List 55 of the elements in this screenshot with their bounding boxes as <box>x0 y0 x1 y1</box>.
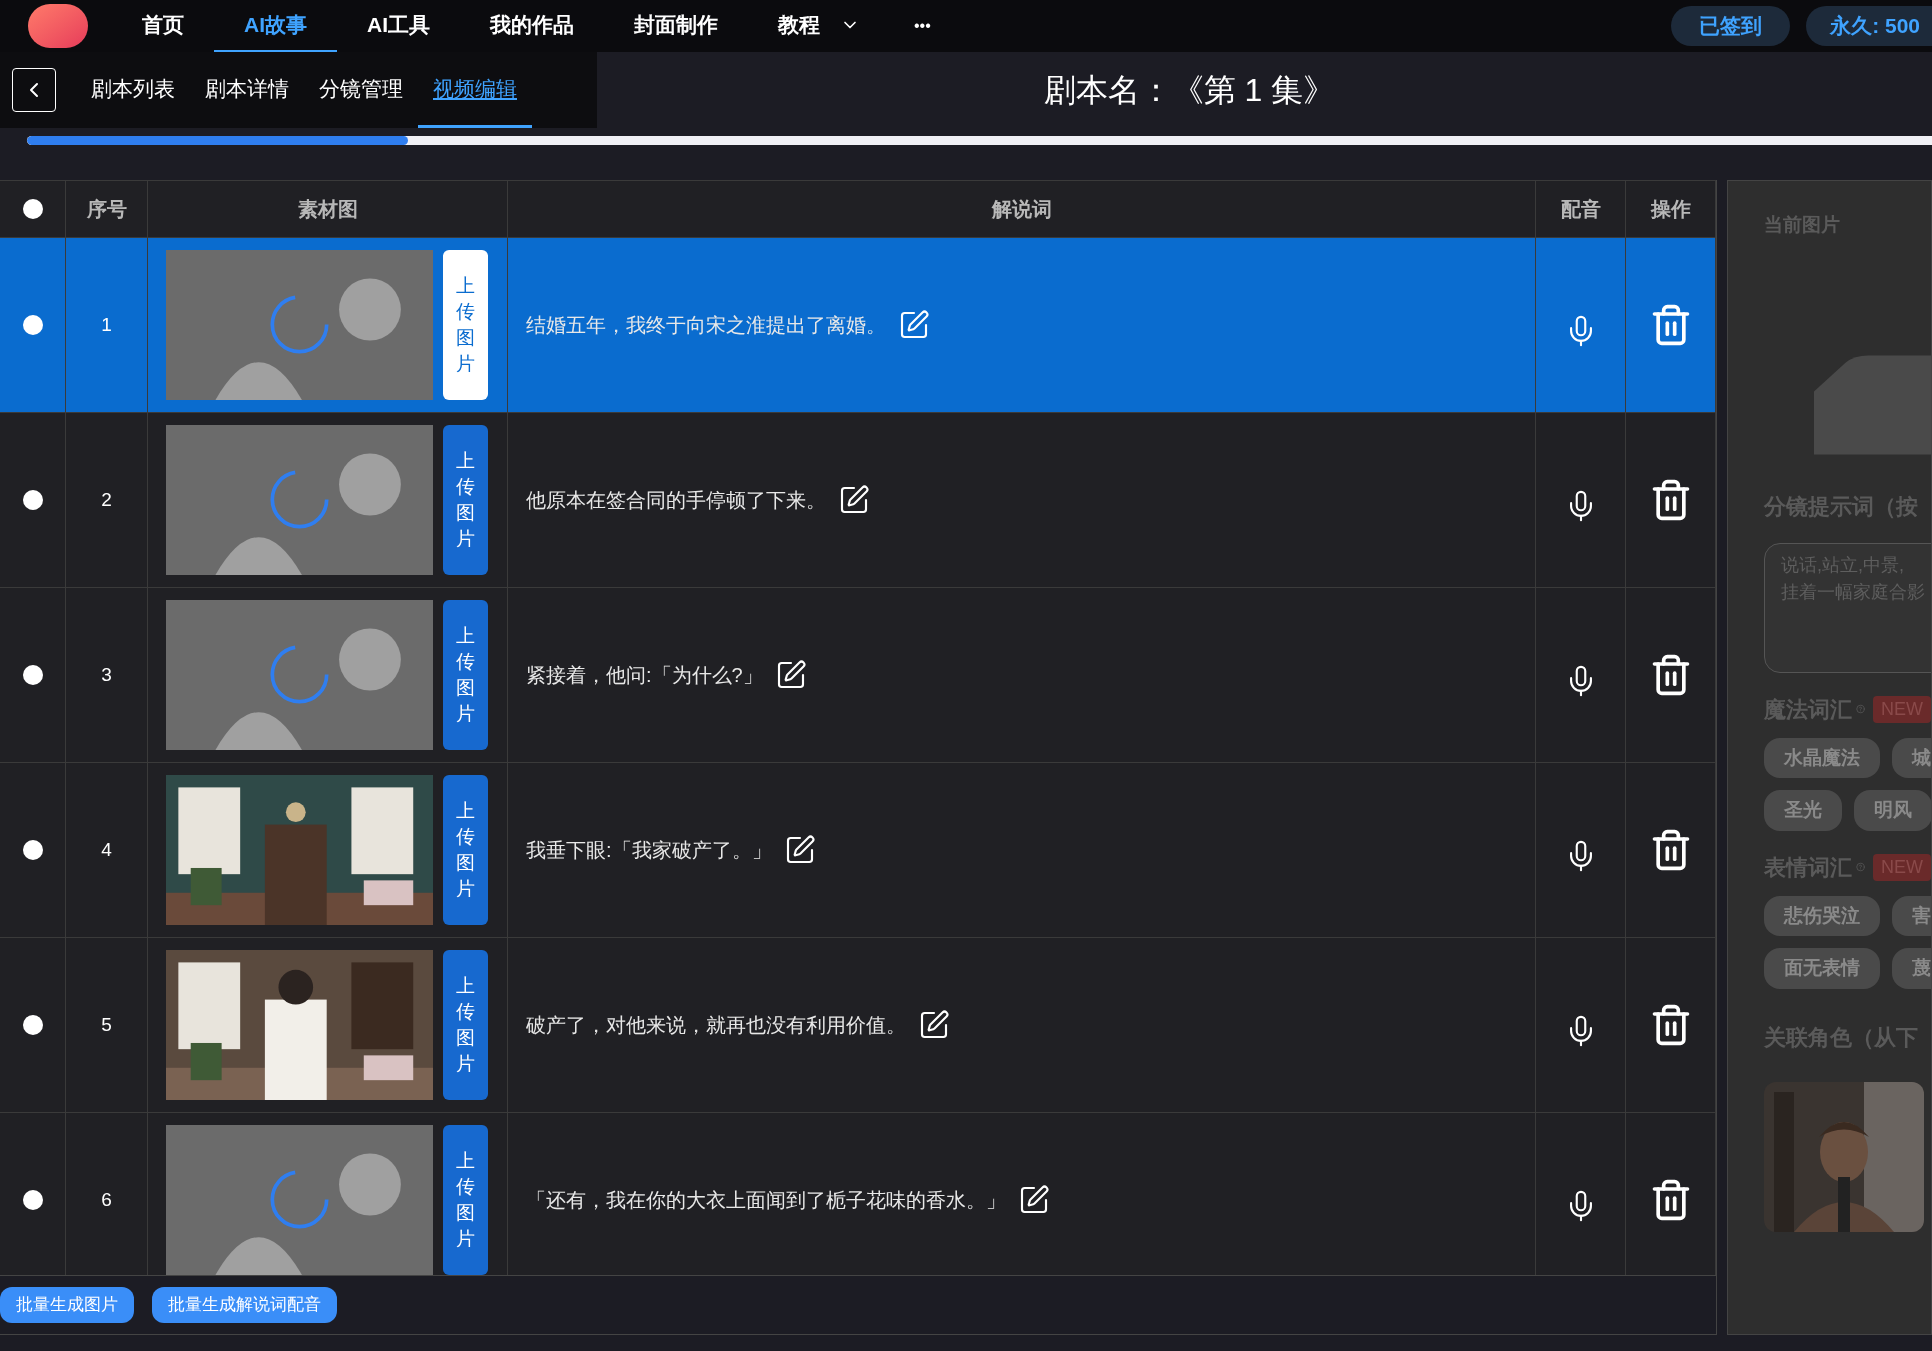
column-header: 序号 <box>86 197 127 222</box>
back-button[interactable] <box>12 68 56 112</box>
edit-icon[interactable] <box>918 1009 950 1041</box>
batch-button[interactable]: 批量生成图片 <box>0 1287 134 1323</box>
table-row[interactable]: 4 上传图片 我垂下眼:「我家破产了。」 <box>0 763 1716 938</box>
narration-text: 结婚五年，我终于向宋之淮提出了离婚。 <box>526 313 886 338</box>
nav-tab[interactable]: AI工具 <box>337 0 460 52</box>
tab[interactable]: 剧本详情 <box>190 52 304 128</box>
column-header: 操作 <box>1650 197 1691 222</box>
table-row[interactable]: 3 上传图片 紧接着，他问:「为什么?」 <box>0 588 1716 763</box>
upload-image-button[interactable]: 上传图片 <box>443 775 488 925</box>
column-header: 解说词 <box>991 197 1052 222</box>
select-all-radio[interactable] <box>22 199 43 219</box>
upload-image-button[interactable]: 上传图片 <box>443 1125 488 1275</box>
logo-icon <box>28 4 88 48</box>
narration-text: 紧接着，他问:「为什么?」 <box>526 663 763 688</box>
upload-image-button[interactable]: 上传图片 <box>443 950 488 1100</box>
edit-icon[interactable] <box>838 484 870 516</box>
nav-tab[interactable]: 教程 <box>748 0 890 52</box>
table-row[interactable]: 1 上传图片 结婚五年，我终于向宋之淮提出了离婚。 <box>0 238 1716 413</box>
column-header: 素材图 <box>297 197 358 222</box>
row-number: 4 <box>101 837 112 862</box>
row-radio[interactable] <box>22 665 43 685</box>
row-radio[interactable] <box>22 1015 43 1035</box>
batch-button[interactable]: 批量生成解说词配音 <box>152 1287 337 1323</box>
row-radio[interactable] <box>22 1190 43 1210</box>
script-title: 剧本名：《第 1 集》 <box>1043 71 1336 110</box>
row-number: 5 <box>101 1012 112 1037</box>
upload-image-button[interactable]: 上传图片 <box>443 425 488 575</box>
column-header: 配音 <box>1560 197 1601 222</box>
row-number: 3 <box>101 662 112 687</box>
narration-text: 他原本在签合同的手停顿了下来。 <box>526 488 826 513</box>
nav-tab[interactable]: 封面制作 <box>604 0 748 52</box>
edit-icon[interactable] <box>1018 1184 1050 1216</box>
nav-tab[interactable]: 我的作品 <box>460 0 604 52</box>
upload-image-button[interactable]: 上传图片 <box>443 600 488 750</box>
tab[interactable]: 剧本列表 <box>76 52 190 128</box>
points-badge: 永久: 500 <box>1806 6 1932 46</box>
row-radio[interactable] <box>22 315 43 335</box>
table-row[interactable]: 2 上传图片 他原本在签合同的手停顿了下来。 <box>0 413 1716 588</box>
row-radio[interactable] <box>22 490 43 510</box>
row-number: 1 <box>101 312 112 337</box>
row-number: 6 <box>101 1187 112 1212</box>
tab[interactable]: 分镜管理 <box>304 52 418 128</box>
narration-text: 破产了，对他来说，就再也没有利用价值。 <box>526 1013 906 1038</box>
nav-tab[interactable]: 首页 <box>112 0 214 52</box>
table-row[interactable]: 5 上传图片 破产了，对他来说，就再也没有利用价值。 <box>0 938 1716 1113</box>
signin-button[interactable]: 已签到 <box>1671 6 1791 46</box>
row-radio[interactable] <box>22 840 43 860</box>
tab[interactable]: 视频编辑 <box>418 52 532 128</box>
more-button[interactable]: ••• <box>890 0 955 52</box>
narration-text: 「还有，我在你的大衣上面闻到了栀子花味的香水。」 <box>526 1188 1006 1213</box>
row-number: 2 <box>101 487 112 512</box>
upload-image-button[interactable]: 上传图片 <box>443 250 488 400</box>
narration-text: 我垂下眼:「我家破产了。」 <box>526 838 772 863</box>
